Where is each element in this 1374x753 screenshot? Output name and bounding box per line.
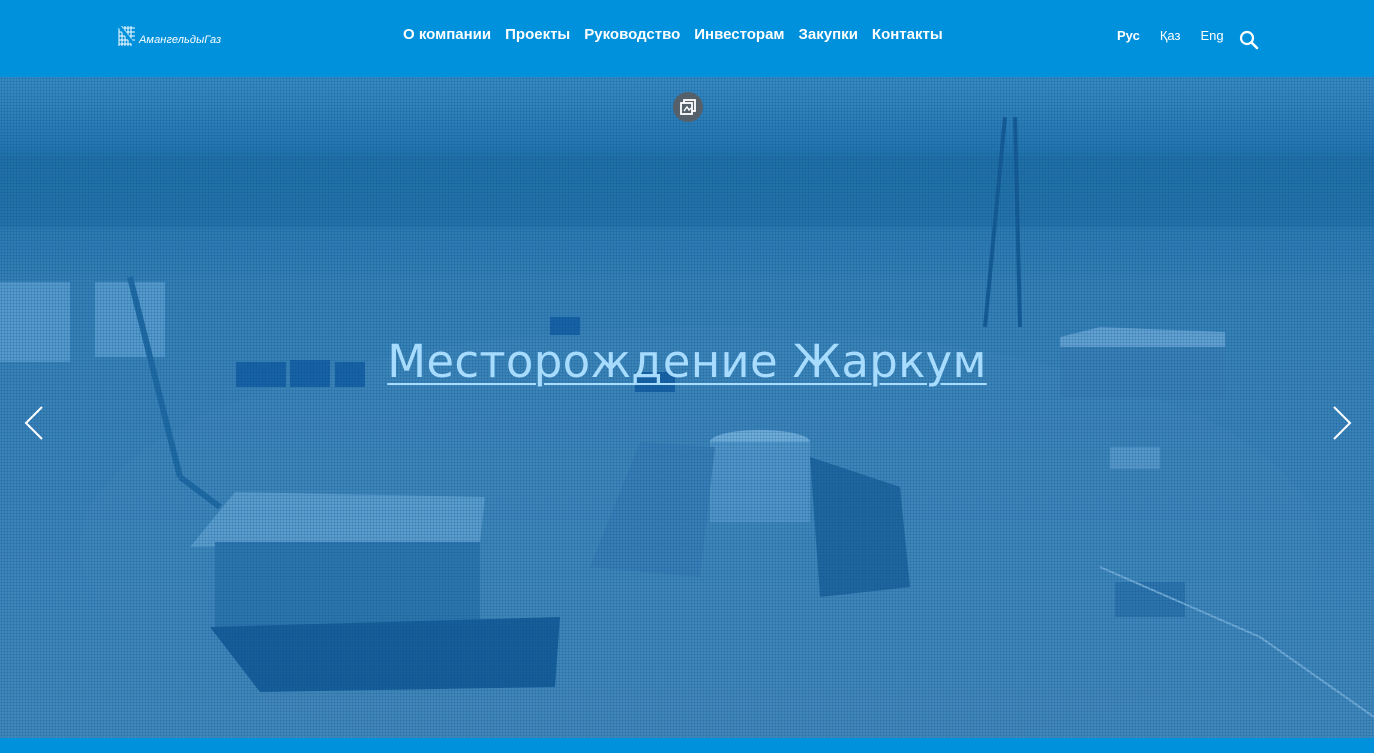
slider-prev-button[interactable] bbox=[22, 405, 46, 441]
nav-item-about[interactable]: О компании bbox=[403, 26, 491, 43]
bottom-band bbox=[0, 738, 1374, 753]
gallery-button[interactable] bbox=[673, 92, 703, 122]
gallery-icon bbox=[680, 99, 696, 115]
main-nav: О компании Проекты Руководство Инвестора… bbox=[403, 26, 943, 43]
nav-item-projects[interactable]: Проекты bbox=[505, 26, 570, 43]
language-switcher: Рус Қаз Eng bbox=[1117, 28, 1224, 43]
search-button[interactable] bbox=[1239, 30, 1259, 50]
slider-next-button[interactable] bbox=[1330, 405, 1354, 441]
hero-slider: Месторождение Жаркум bbox=[0, 77, 1374, 738]
chevron-left-icon bbox=[24, 406, 43, 440]
hero-background-image bbox=[0, 77, 1374, 738]
nav-item-investors[interactable]: Инвесторам bbox=[694, 26, 784, 43]
site-header: АмангельдыГаз О компании Проекты Руковод… bbox=[0, 0, 1374, 77]
nav-item-procurement[interactable]: Закупки bbox=[799, 26, 858, 43]
site-logo[interactable]: АмангельдыГаз bbox=[117, 20, 221, 48]
nav-item-management[interactable]: Руководство bbox=[584, 26, 680, 43]
slide-title: Месторождение Жаркум bbox=[0, 335, 1374, 388]
search-icon bbox=[1239, 30, 1259, 50]
chevron-right-icon bbox=[1333, 406, 1352, 440]
logo-text: АмангельдыГаз bbox=[139, 34, 222, 46]
lang-kz[interactable]: Қаз bbox=[1160, 28, 1181, 43]
nav-item-contacts[interactable]: Контакты bbox=[872, 26, 943, 43]
logo-mark-icon bbox=[117, 25, 137, 47]
lang-en[interactable]: Eng bbox=[1200, 28, 1223, 43]
lang-ru[interactable]: Рус bbox=[1117, 28, 1140, 43]
slide-title-link[interactable]: Месторождение Жаркум bbox=[387, 335, 986, 388]
